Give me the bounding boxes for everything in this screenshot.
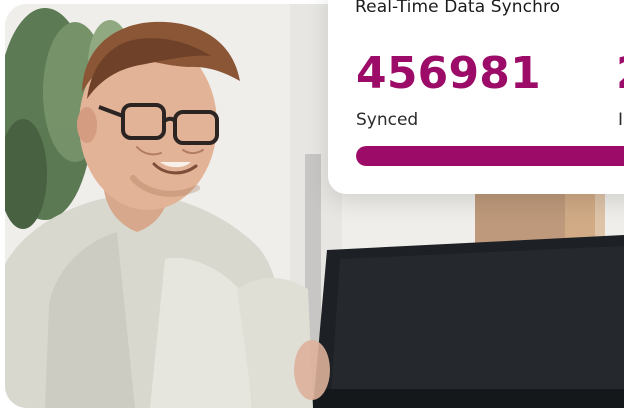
sync-progress-bar — [356, 146, 624, 166]
synced-label: Synced — [356, 110, 419, 130]
secondary-stat-value: 2 — [616, 52, 624, 96]
sync-stats-card: Real-Time Data Synchro 456981 Synced 2 I — [328, 0, 624, 194]
sync-progress-fill — [356, 146, 624, 166]
hero-section: Real-Time Data Synchro 456981 Synced 2 I — [0, 0, 624, 412]
synced-count: 456981 — [356, 48, 541, 99]
secondary-stat-label: I — [618, 110, 624, 130]
card-title: Real-Time Data Synchro — [355, 0, 561, 17]
